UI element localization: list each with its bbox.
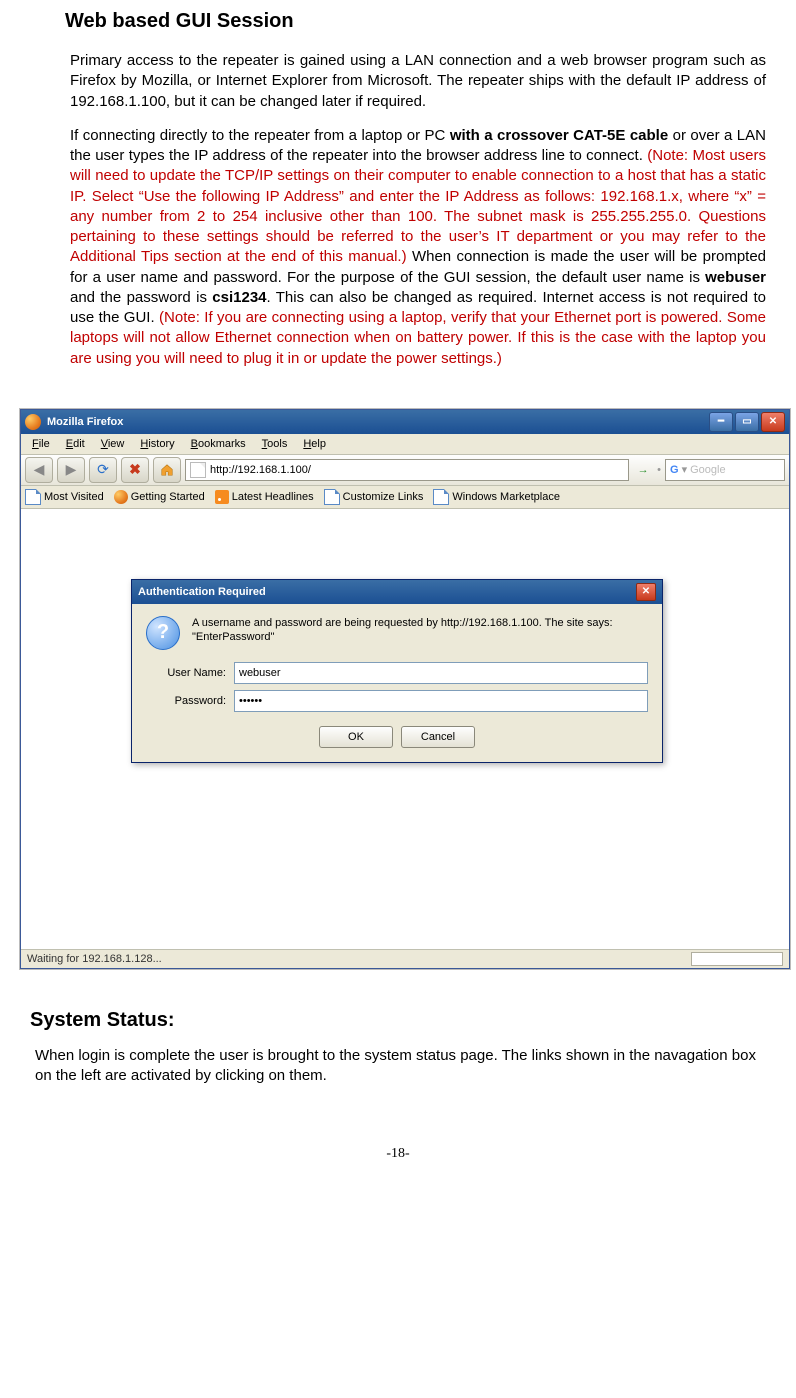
dialog-title: Authentication Required (138, 586, 266, 598)
password-input[interactable] (234, 690, 648, 712)
bookmark-icon (433, 489, 449, 505)
status-bar: Waiting for 192.168.1.128... (21, 949, 789, 968)
bookmark-icon (215, 490, 229, 504)
stop-button[interactable]: ✖ (121, 457, 149, 483)
bookmark-label: Customize Links (343, 491, 424, 503)
menu-bar: FileEditViewHistoryBookmarksToolsHelp (21, 434, 789, 455)
window-title: Mozilla Firefox (47, 416, 123, 428)
bookmark-most-visited[interactable]: Most Visited (25, 489, 104, 505)
firefox-icon (25, 414, 41, 430)
p2-seg-d: and the password is (70, 289, 212, 306)
bookmarks-toolbar: Most Visited Getting Started Latest Headli… (21, 486, 789, 509)
search-placeholder: Google (690, 464, 725, 476)
menu-item-bookmarks[interactable]: Bookmarks (184, 436, 253, 452)
bookmark-label: Most Visited (44, 491, 104, 503)
status-text: Waiting for 192.168.1.128... (27, 953, 162, 965)
browser-content: Authentication Required ✕ ? A username a… (21, 509, 789, 949)
navigation-toolbar: ◀ ▶ ⟳ ✖ http://192.168.1.100/ → • G▾ Goo… (21, 455, 789, 486)
home-button[interactable] (153, 457, 181, 483)
menu-item-file[interactable]: File (25, 436, 57, 452)
bookmark-label: Getting Started (131, 491, 205, 503)
go-button[interactable]: → (633, 460, 653, 480)
bookmark-getting-started[interactable]: Getting Started (114, 490, 205, 504)
password-label: Password: (146, 695, 234, 707)
page-number: -18- (30, 1146, 766, 1162)
system-status-paragraph: When login is complete the user is broug… (35, 1046, 766, 1087)
maximize-button[interactable]: ▭ (735, 412, 759, 432)
ok-button[interactable]: OK (319, 726, 393, 748)
intro-paragraph-1: Primary access to the repeater is gained… (70, 51, 766, 112)
p2-note-2: (Note: If you are connecting using a lap… (70, 309, 766, 367)
browser-window: Mozilla Firefox ━ ▭ ✕ FileEditViewHistor… (20, 409, 790, 969)
menu-item-view[interactable]: View (94, 436, 132, 452)
question-icon: ? (146, 616, 180, 650)
p2-bold-csi1234: csi1234 (212, 289, 266, 306)
back-button[interactable]: ◀ (25, 457, 53, 483)
url-text: http://192.168.1.100/ (210, 464, 311, 476)
bookmark-icon (324, 489, 340, 505)
page-icon (190, 462, 206, 478)
intro-paragraph-2: If connecting directly to the repeater f… (70, 126, 766, 369)
search-box[interactable]: G▾ Google (665, 459, 785, 481)
google-icon: G (670, 464, 679, 476)
p2-seg-a: If connecting directly to the repeater f… (70, 127, 450, 144)
bookmark-icon (114, 490, 128, 504)
auth-dialog: Authentication Required ✕ ? A username a… (131, 579, 663, 763)
system-status-heading: System Status: (30, 1009, 766, 1032)
minimize-button[interactable]: ━ (709, 412, 733, 432)
forward-button[interactable]: ▶ (57, 457, 85, 483)
menu-item-help[interactable]: Help (296, 436, 333, 452)
menu-item-tools[interactable]: Tools (255, 436, 295, 452)
bookmark-icon (25, 489, 41, 505)
progress-indicator (691, 952, 783, 966)
toolbar-divider: • (657, 464, 661, 476)
close-button[interactable]: ✕ (761, 412, 785, 432)
menu-item-edit[interactable]: Edit (59, 436, 92, 452)
username-label: User Name: (146, 667, 234, 679)
bookmark-label: Latest Headlines (232, 491, 314, 503)
bookmark-label: Windows Marketplace (452, 491, 560, 503)
reload-button[interactable]: ⟳ (89, 457, 117, 483)
web-gui-heading: Web based GUI Session (65, 10, 766, 33)
address-bar[interactable]: http://192.168.1.100/ (185, 459, 629, 481)
bookmark-latest-headlines[interactable]: Latest Headlines (215, 490, 314, 504)
p2-bold-webuser: webuser (705, 269, 766, 286)
cancel-button[interactable]: Cancel (401, 726, 475, 748)
dialog-titlebar: Authentication Required ✕ (132, 580, 662, 604)
dialog-close-button[interactable]: ✕ (636, 583, 656, 601)
dialog-message: A username and password are being reques… (192, 616, 648, 650)
menu-item-history[interactable]: History (133, 436, 181, 452)
bookmark-customize-links[interactable]: Customize Links (324, 489, 424, 505)
p2-bold-crossover: with a crossover CAT-5E cable (450, 127, 668, 144)
username-input[interactable] (234, 662, 648, 684)
bookmark-windows-marketplace[interactable]: Windows Marketplace (433, 489, 560, 505)
window-titlebar: Mozilla Firefox ━ ▭ ✕ (21, 410, 789, 434)
